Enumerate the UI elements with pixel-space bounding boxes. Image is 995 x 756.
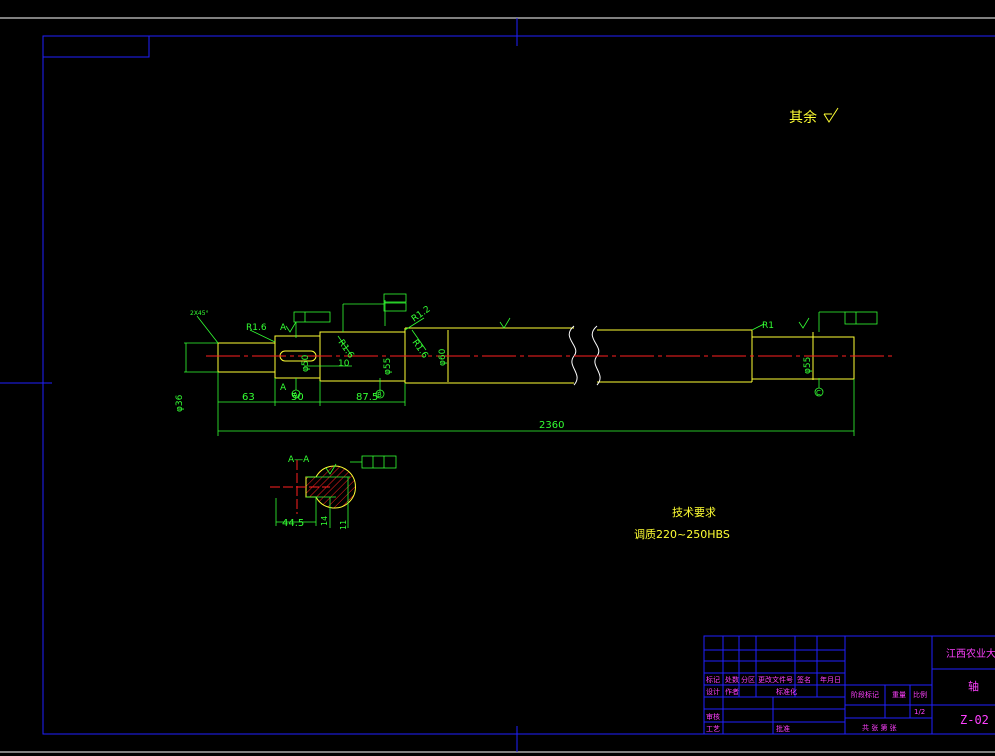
tb-label-process: 工艺 (706, 725, 720, 733)
tb-label-change-doc: 更改文件号 (758, 675, 793, 684)
datum-label-a: A (293, 391, 298, 399)
tb-label-review: 审核 (706, 712, 720, 721)
section-depth-dim: 44.5 (282, 518, 304, 529)
dim-dia-55-right: φ55 (803, 357, 813, 374)
datum-label-c: C (816, 389, 821, 397)
roughness-symbol-icon (823, 107, 839, 123)
tb-scale: 1/2 (914, 708, 925, 716)
tb-school: 江西农业大学 (946, 647, 995, 660)
dim-seg-87-5: 87.5 (356, 392, 378, 403)
tech-req-title: 技术要求 (672, 506, 716, 519)
dim-total-length: 2360 (539, 420, 564, 431)
radius-r1-2: R1.2 (410, 304, 433, 324)
tb-label-author: 作者 (725, 687, 739, 696)
tb-label-sign: 签名 (797, 675, 811, 684)
tb-part-name: 轴 (968, 679, 979, 693)
dim-chamfer: 2X45° (190, 310, 209, 317)
section-mark-a-top: A (280, 323, 287, 333)
radius-r1-6-mid: R1.6 (336, 338, 356, 361)
dimension-texts: 2360 63 50 10 87.5 2X45° φ36 φ50 φ55 φ60… (175, 304, 821, 431)
surface-remaining-label: 其余 (789, 109, 817, 126)
datum-label-b: B (377, 391, 382, 399)
tech-req-body: 调质220~250HBS (634, 528, 730, 541)
surface-roughness-note: 其余 (789, 107, 839, 126)
dim-dia-60: φ60 (438, 348, 448, 366)
section-mark-a-bottom: A (280, 383, 287, 393)
section-keyway-dim: 11 (339, 520, 348, 530)
dim-seg-63: 63 (242, 392, 255, 403)
tb-label-mark: 标记 (706, 675, 720, 684)
tb-label-count: 处数 (725, 675, 739, 684)
cad-drawing: 其余 2360 63 50 10 87.5 2X45° φ36 φ50 φ55 … (0, 17, 995, 753)
dim-dia-36: φ36 (175, 394, 185, 412)
technical-requirements: 技术要求 调质220~250HBS (634, 506, 730, 541)
tb-label-sheets: 共 张 第 张 (862, 723, 897, 732)
section-width-dim: 14 (320, 516, 329, 526)
section-a-a: A—A 44.5 14 11 (270, 455, 397, 530)
tb-label-date: 年月日 (820, 675, 841, 684)
title-block: 标记 处数 分区 更改文件号 签名 年月日 设计 作者 标准化 阶段标记 重量 … (703, 635, 995, 735)
radius-r1-6-step: R1.6 (410, 338, 430, 361)
dimensions (184, 293, 878, 436)
tb-label-ratio: 比例 (913, 690, 927, 699)
dim-dia-55-left: φ55 (383, 358, 393, 375)
tb-label-design: 设计 (706, 687, 720, 696)
tb-label-zone: 分区 (741, 675, 755, 684)
tb-label-stage: 阶段标记 (851, 690, 879, 699)
radius-r1-6-left: R1.6 (246, 323, 267, 333)
tb-drawing-no: Z-02 (960, 713, 989, 727)
sheet-frame (0, 17, 995, 753)
section-label: A—A (288, 455, 310, 465)
dim-dia-50: φ50 (301, 354, 311, 372)
tb-label-weight: 重量 (892, 691, 906, 699)
tb-label-standard: 标准化 (776, 687, 797, 696)
dim-seg-10: 10 (338, 359, 350, 369)
tb-label-approve: 批准 (776, 724, 790, 733)
radius-r1: R1 (762, 321, 774, 331)
